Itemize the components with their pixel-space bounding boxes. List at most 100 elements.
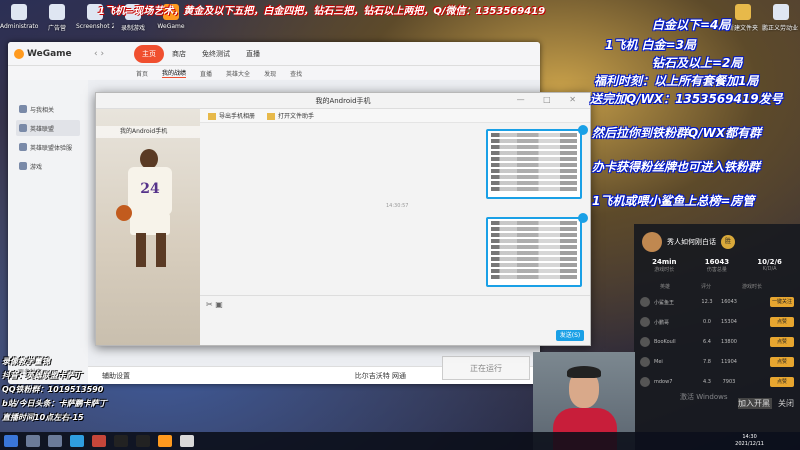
thumb-row — [491, 169, 577, 173]
export-album-button[interactable]: 导出手机相册 — [208, 111, 255, 120]
start-icon[interactable] — [4, 435, 18, 447]
folder-icon — [735, 4, 751, 20]
chat-area: 14:30:57 — [200, 123, 590, 297]
wegame-subnav: 首页 我的战绩 直播 英雄大全 发现 查找 — [8, 66, 540, 80]
like-button[interactable]: 点赞 — [770, 337, 794, 347]
close-panel-button[interactable]: 关闭 — [778, 398, 794, 409]
system-clock[interactable]: 14:30 2021/12/11 — [735, 434, 764, 448]
thumb-row — [491, 187, 577, 191]
sidebar-item-games[interactable]: 游戏 — [16, 158, 80, 174]
overlay-right-line: 钻石及以上=2局 — [652, 56, 743, 70]
contact-item-android[interactable]: 我的Android手机 — [96, 126, 200, 138]
app-icon[interactable] — [180, 435, 194, 447]
dialog-toolbar: 导出手机相册 打开文件助手 — [200, 109, 590, 123]
like-button[interactable]: 点赞 — [770, 377, 794, 387]
sidebar-item-related[interactable]: 与我相关 — [16, 101, 80, 117]
overlay-top-line: 1飞机=现场艺术，黄金及以下五把，白金四把，钻石三把，钻石以上两把，Q/微信：1… — [98, 6, 546, 17]
clock-time: 14:30 — [742, 434, 757, 440]
desktop-icon-label: 鹏正义劳动业 游戏服务 — [762, 25, 800, 32]
player-row-score: 12.3 — [701, 299, 713, 305]
like-button[interactable]: 点赞 — [770, 357, 794, 367]
android-dialog[interactable]: 我的Android手机 — □ ✕ 我的Android手机 24 导出手机相册 … — [95, 92, 591, 346]
qq-icon[interactable] — [136, 435, 150, 447]
file-icon — [49, 4, 65, 20]
open-file-helper-button[interactable]: 打开文件助手 — [267, 111, 314, 120]
sidebar-item-label: 英雄联盟体验服 — [30, 144, 73, 152]
tab-store[interactable]: 商店 — [164, 45, 194, 63]
player-row-score: 4.3 — [703, 379, 711, 385]
app-icon — [773, 4, 789, 20]
send-button[interactable]: 发送(S) — [556, 330, 584, 341]
join-team-button[interactable]: 加入开黑 — [738, 398, 772, 409]
folder-icon — [208, 113, 216, 120]
stat: 24min 游戏时长 — [652, 258, 676, 273]
stat-value: 16043 — [704, 258, 730, 266]
scissors-icon[interactable]: ✂ ▣ — [206, 300, 223, 309]
sidebar-item-lol-pbe[interactable]: 英雄联盟体验服 — [16, 139, 80, 155]
desktop-icon-label: 录制游戏 — [120, 25, 145, 32]
subtab[interactable]: 首页 — [136, 69, 148, 78]
task-view-icon[interactable] — [48, 435, 62, 447]
browser-icon[interactable] — [70, 435, 84, 447]
game-icon[interactable] — [92, 435, 106, 447]
champion-avatar — [640, 297, 650, 307]
screenshot-thumbnail[interactable] — [486, 217, 582, 287]
assist-settings[interactable]: 辅助设置 — [102, 371, 130, 381]
subtab[interactable]: 英雄大全 — [226, 69, 250, 78]
like-button[interactable]: 点赞 — [770, 317, 794, 327]
thumb-row — [491, 251, 577, 255]
stat-label: K/D/A — [762, 266, 777, 272]
player-row-score: 7.8 — [703, 359, 711, 365]
player-row: BooKoull 6.4 13800 点赞 — [634, 332, 800, 352]
player-row: Mei 7.8 11904 点赞 — [634, 352, 800, 372]
column-header: 评分 — [700, 284, 711, 290]
desktop-icon[interactable]: 鹏正义劳动业 游戏服务 — [762, 0, 800, 46]
tab-home[interactable]: 主页 — [134, 44, 164, 63]
qq-icon[interactable] — [114, 435, 128, 447]
stat-label: 游戏时长 — [654, 267, 675, 273]
wegame-icon[interactable] — [158, 435, 172, 447]
screenshot-thumbnail[interactable] — [486, 129, 582, 199]
window-controls[interactable]: — □ ✕ — [517, 95, 584, 104]
overlay-bottom-left-line: 直播时间10点左右-15 — [2, 413, 84, 422]
nav-back-forward[interactable]: ‹ › — [94, 49, 134, 59]
subtab[interactable]: 直播 — [200, 69, 212, 78]
sidebar-item-label: 英雄联盟 — [30, 125, 55, 133]
player-row-damage: 7903 — [722, 379, 736, 385]
player-row: 小鲨鱼王 12.3 16043 一键关注 — [634, 292, 800, 312]
desktop-icon[interactable]: Administrator — [0, 0, 38, 46]
desktop-icon[interactable]: 广告营 — [38, 0, 76, 46]
thumb-row — [491, 139, 577, 143]
tab-live[interactable]: 直播 — [238, 45, 268, 63]
sidebar-item-label: 游戏 — [30, 163, 43, 171]
message-input-area[interactable]: ✂ ▣ 发送(S) — [200, 295, 590, 345]
match-stats: 24min 游戏时长 16043 伤害总量 10/2/6 K/D/A — [634, 256, 800, 275]
champion-avatar — [640, 377, 650, 387]
toolbar-label: 打开文件助手 — [278, 113, 315, 120]
search-icon[interactable] — [26, 435, 40, 447]
running-button[interactable]: 正在运行 — [442, 356, 530, 380]
subtab[interactable]: 查找 — [290, 69, 302, 78]
column-header: 英雄 — [660, 284, 671, 290]
contact-pane: 我的Android手机 24 — [96, 109, 200, 345]
thumb-row — [491, 145, 577, 149]
player-row-name: 小鹏哥 — [654, 319, 670, 326]
tab-test[interactable]: 免终测试 — [194, 45, 238, 63]
subtab[interactable]: 我的战绩 — [162, 68, 187, 78]
server-name[interactable]: 比尔吉沃特 网通 — [355, 371, 406, 381]
sidebar-item-lol[interactable]: 英雄联盟 — [16, 120, 80, 136]
follow-button[interactable]: 一键关注 — [770, 297, 794, 307]
champion-avatar — [640, 337, 650, 347]
subtab[interactable]: 发现 — [264, 69, 276, 78]
avatar — [642, 232, 662, 252]
thumb-row — [491, 163, 577, 167]
player-leg — [156, 233, 166, 267]
desktop-icons-right: 新建文件夹 鹏正义劳动业 游戏服务 — [724, 0, 800, 46]
wegame-logo-icon — [14, 48, 24, 59]
computer-icon — [11, 4, 27, 20]
wegame-logo: WeGame — [14, 48, 94, 59]
tab-label: 主页 — [142, 49, 156, 58]
player-row: 小鹏哥 0.0 15304 点赞 — [634, 312, 800, 332]
thumb-row — [491, 275, 577, 279]
overlay-right-line: 1飞机 白金=3局 — [605, 38, 696, 52]
